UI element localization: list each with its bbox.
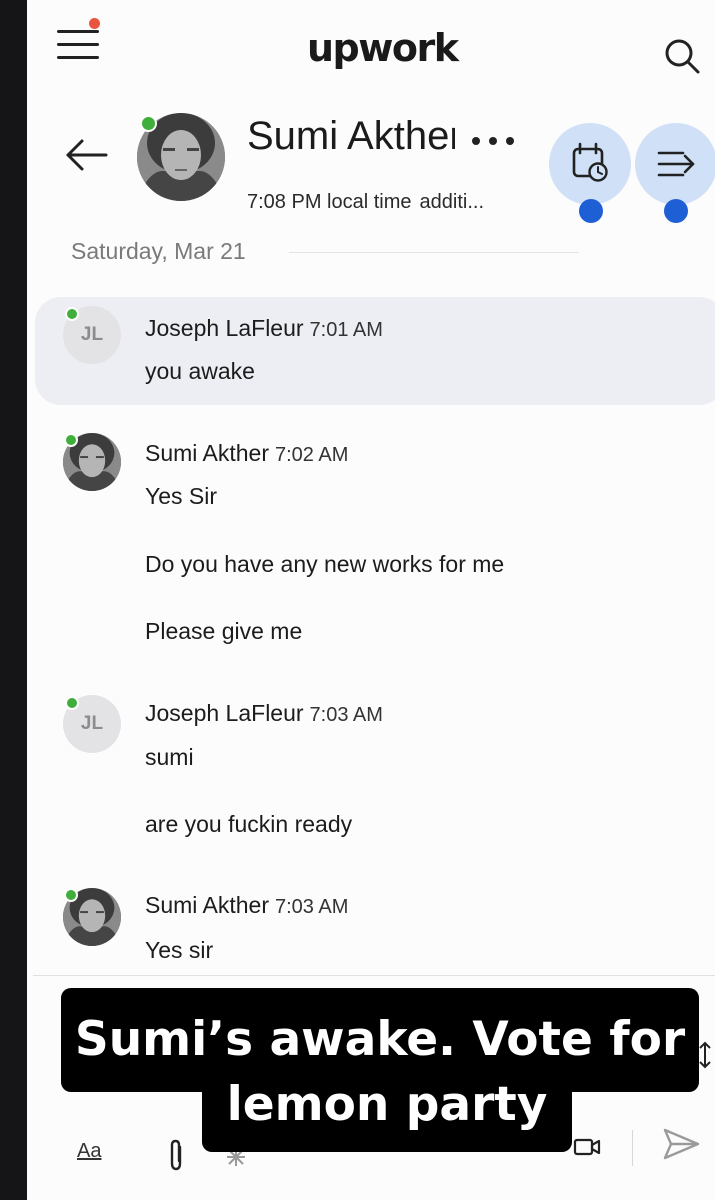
back-arrow-icon[interactable] [65,138,109,172]
resize-icon[interactable] [697,1040,713,1070]
menu-icon[interactable] [55,24,103,64]
message-sender: Sumi Akther 7:02 AM [145,440,348,467]
message-text: sumi [145,744,194,770]
message-text: Yes sir [145,937,214,963]
forward-indicator-dot [664,199,688,223]
local-time: 7:08 PM local time [247,191,412,213]
subtitle-extra: additi... [419,191,484,213]
message-time: 7:02 AM [275,444,349,466]
notification-dot [89,18,100,29]
contact-subtitle: 7:08 PM local time additi... [247,191,484,214]
composer-separator [632,1130,633,1166]
top-bar: upwork [27,0,715,100]
message-sender: Joseph LaFleur 7:03 AM [145,700,383,727]
schedule-button[interactable] [549,123,631,205]
message-time: 7:01 AM [309,319,383,341]
more-icon[interactable] [467,126,519,156]
forward-button[interactable] [635,123,715,205]
online-status-dot [65,696,79,710]
online-status-dot [140,115,157,132]
online-status-dot [64,888,78,902]
search-icon[interactable] [662,36,702,76]
gear-icon[interactable] [223,1146,249,1168]
sender-name: Joseph LaFleur [145,700,304,726]
sender-name: Sumi Akther [145,892,269,918]
upwork-app: upwork Sumi Akther 7:08 PM local time add… [27,0,715,1200]
message-time: 7:03 AM [309,704,383,726]
contact-name[interactable]: Sumi Akther [247,114,455,164]
send-icon[interactable] [661,1126,701,1162]
date-divider-line [289,252,579,253]
composer-divider [33,975,715,976]
forward-icon [657,151,695,177]
message-text: are you fuckin ready [145,811,353,837]
schedule-indicator-dot [579,199,603,223]
attach-icon[interactable] [165,1138,187,1172]
sender-name: Joseph LaFleur [145,315,304,341]
upwork-logo: upwork [307,26,459,70]
message-sender: Sumi Akther 7:03 AM [145,892,348,919]
message-text: you awake [145,358,255,384]
message-text: Please give me [145,618,303,644]
message-sender: Joseph LaFleur 7:01 AM [145,315,383,342]
format-text-button[interactable]: Aa [77,1140,101,1163]
calendar-clock-icon [572,142,608,182]
background-strip [0,0,27,1200]
video-icon[interactable] [573,1136,601,1158]
highlighted-message-row[interactable] [35,297,715,405]
online-status-dot [65,307,79,321]
online-status-dot [64,433,78,447]
date-divider-label: Saturday, Mar 21 [71,238,246,264]
message-text: Do you have any new works for me [145,551,505,577]
message-time: 7:03 AM [275,896,349,918]
message-text: Yes Sir [145,483,218,509]
sender-name: Sumi Akther [145,440,269,466]
